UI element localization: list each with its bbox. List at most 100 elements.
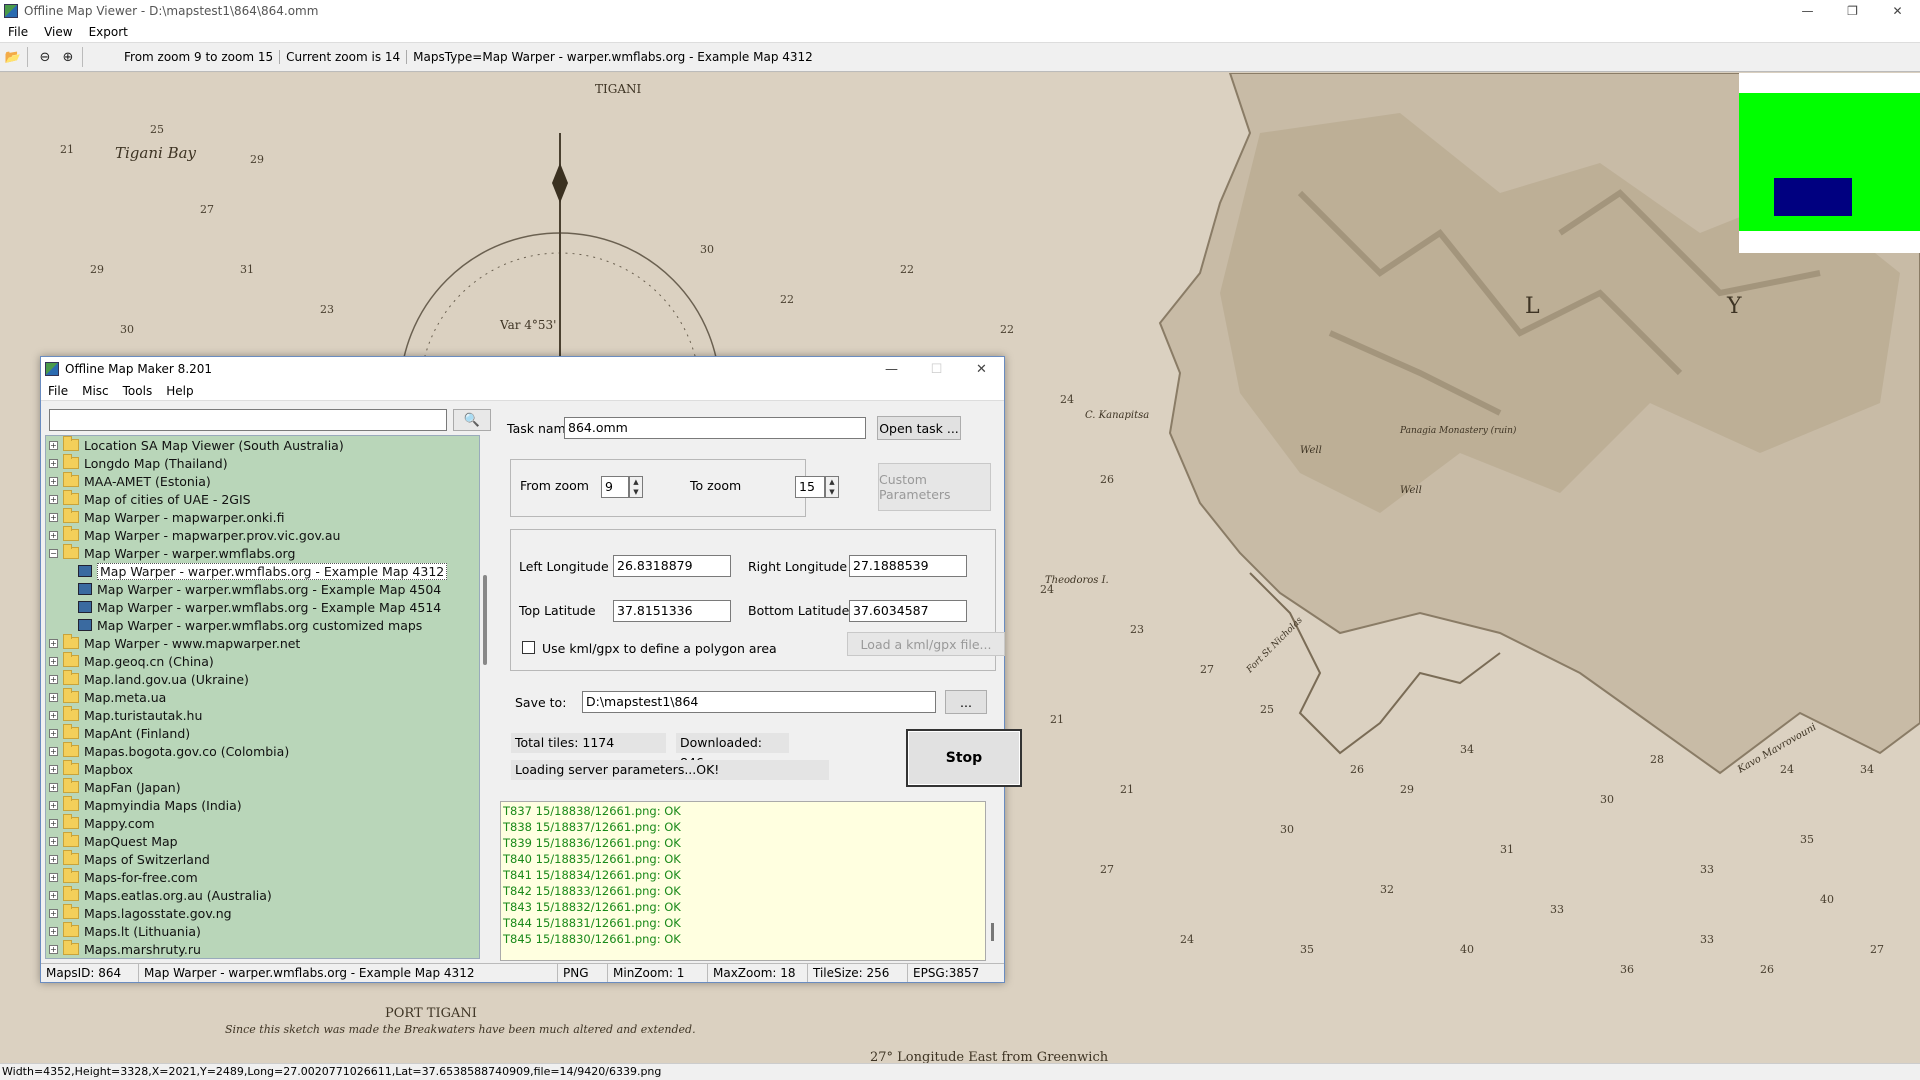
overview-viewport-rect[interactable] bbox=[1774, 178, 1852, 216]
menu-export[interactable]: Export bbox=[81, 25, 136, 39]
save-to-input[interactable]: D:\mapstest1\864 bbox=[582, 691, 936, 713]
tree-folder-item[interactable]: + Map.meta.ua bbox=[46, 688, 479, 706]
maker-minimize-button[interactable]: — bbox=[869, 357, 914, 381]
expand-icon[interactable]: + bbox=[49, 746, 58, 756]
tree-map-item[interactable]: Map Warper - warper.wmflabs.org - Exampl… bbox=[46, 562, 479, 580]
expand-icon[interactable]: + bbox=[49, 530, 58, 540]
tree-folder-item[interactable]: + MapAnt (Finland) bbox=[46, 724, 479, 742]
from-zoom-spinner[interactable]: ▲ ▼ bbox=[629, 476, 643, 498]
expand-icon[interactable]: + bbox=[49, 710, 58, 720]
tree-scrollbar[interactable] bbox=[480, 435, 492, 959]
right-longitude-input[interactable]: 27.1888539 bbox=[849, 555, 967, 577]
tree-folder-item[interactable]: + Longdo Map (Thailand) bbox=[46, 454, 479, 472]
tree-map-item[interactable]: Map Warper - warper.wmflabs.org customiz… bbox=[46, 616, 479, 634]
expand-icon[interactable]: + bbox=[49, 872, 58, 882]
to-zoom-input[interactable]: 15 bbox=[795, 476, 825, 498]
expand-icon[interactable]: + bbox=[49, 656, 58, 666]
spin-up-icon[interactable]: ▲ bbox=[829, 478, 834, 486]
tree-folder-item[interactable]: + Map Warper - mapwarper.onki.fi bbox=[46, 508, 479, 526]
tree-folder-item[interactable]: − Map Warper - warper.wmflabs.org bbox=[46, 544, 479, 562]
tree-folder-item[interactable]: + Map.land.gov.ua (Ukraine) bbox=[46, 670, 479, 688]
tree-folder-item[interactable]: + Map Warper - mapwarper.prov.vic.gov.au bbox=[46, 526, 479, 544]
collapse-icon[interactable]: − bbox=[49, 548, 58, 558]
log-scrollbar[interactable] bbox=[986, 801, 1000, 961]
tree-folder-item[interactable]: + Maps.lagosstate.gov.ng bbox=[46, 904, 479, 922]
browse-button[interactable]: ... bbox=[945, 690, 987, 714]
tree-folder-item[interactable]: + Map.geoq.cn (China) bbox=[46, 652, 479, 670]
tree-folder-item[interactable]: + Maps.marshruty.ru bbox=[46, 940, 479, 958]
to-zoom-spinner[interactable]: ▲ ▼ bbox=[825, 476, 839, 498]
expand-icon[interactable]: + bbox=[49, 800, 58, 810]
tree-folder-item[interactable]: + Mapas.bogota.gov.co (Colombia) bbox=[46, 742, 479, 760]
expand-icon[interactable]: + bbox=[49, 836, 58, 846]
expand-icon[interactable]: + bbox=[49, 458, 58, 468]
expand-icon[interactable]: + bbox=[49, 476, 58, 486]
tree-folder-item[interactable]: + Mapbox bbox=[46, 760, 479, 778]
load-kml-button[interactable]: Load a kml/gpx file... bbox=[847, 632, 1005, 656]
menu-view[interactable]: View bbox=[36, 25, 80, 39]
from-zoom-input[interactable]: 9 bbox=[601, 476, 629, 498]
maps-tree[interactable]: + Location SA Map Viewer (South Australia… bbox=[45, 435, 480, 959]
tree-map-item[interactable]: Map Warper - warper.wmflabs.org - Exampl… bbox=[46, 580, 479, 598]
overview-minimap[interactable] bbox=[1739, 73, 1920, 253]
spin-down-icon[interactable]: ▼ bbox=[633, 488, 638, 496]
tree-folder-item[interactable]: + Mapmyindia Maps (India) bbox=[46, 796, 479, 814]
download-log[interactable]: T837 15/18838/12661.png: OK T838 15/18837… bbox=[500, 801, 986, 961]
tree-folder-item[interactable]: + MapQuest Map bbox=[46, 832, 479, 850]
search-button[interactable]: 🔍 bbox=[453, 409, 491, 431]
minimize-button[interactable]: — bbox=[1785, 0, 1830, 22]
maximize-button[interactable]: ❐ bbox=[1830, 0, 1875, 22]
menu-file[interactable]: File bbox=[0, 25, 36, 39]
stop-button[interactable]: Stop bbox=[906, 729, 1022, 787]
maker-close-button[interactable]: ✕ bbox=[959, 357, 1004, 381]
expand-icon[interactable]: + bbox=[49, 494, 58, 504]
expand-icon[interactable]: + bbox=[49, 782, 58, 792]
tree-folder-item[interactable]: + Location SA Map Viewer (South Australia… bbox=[46, 436, 479, 454]
expand-icon[interactable]: + bbox=[49, 512, 58, 522]
zoom-in-icon[interactable]: ⊕ bbox=[58, 47, 78, 67]
expand-icon[interactable]: + bbox=[49, 890, 58, 900]
use-kml-checkbox[interactable] bbox=[522, 641, 535, 654]
expand-icon[interactable]: + bbox=[49, 764, 58, 774]
expand-icon[interactable]: + bbox=[49, 926, 58, 936]
tree-folder-item[interactable]: + Mappy.com bbox=[46, 814, 479, 832]
zoom-out-icon[interactable]: ⊖ bbox=[35, 47, 55, 67]
expand-icon[interactable]: + bbox=[49, 818, 58, 828]
search-input[interactable] bbox=[49, 409, 447, 431]
tree-folder-item[interactable]: + Maps-for-free.com bbox=[46, 868, 479, 886]
tree-map-item[interactable]: Map Warper - warper.wmflabs.org - Exampl… bbox=[46, 598, 479, 616]
open-task-button[interactable]: Open task ... bbox=[877, 416, 961, 440]
expand-icon[interactable]: + bbox=[49, 440, 58, 450]
tree-scroll-thumb[interactable] bbox=[483, 575, 487, 665]
expand-icon[interactable]: + bbox=[49, 728, 58, 738]
custom-parameters-button[interactable]: Custom Parameters bbox=[878, 463, 991, 511]
tree-folder-item[interactable]: + MapFan (Japan) bbox=[46, 778, 479, 796]
expand-icon[interactable]: + bbox=[49, 944, 58, 954]
tree-folder-item[interactable]: + MAA-AMET (Estonia) bbox=[46, 472, 479, 490]
tree-folder-item[interactable]: + Maps.eatlas.org.au (Australia) bbox=[46, 886, 479, 904]
maker-menu-tools[interactable]: Tools bbox=[116, 384, 160, 398]
tree-folder-item[interactable]: + Map.turistautak.hu bbox=[46, 706, 479, 724]
expand-icon[interactable]: + bbox=[49, 854, 58, 864]
spin-up-icon[interactable]: ▲ bbox=[633, 478, 638, 486]
expand-icon[interactable]: + bbox=[49, 692, 58, 702]
spin-down-icon[interactable]: ▼ bbox=[829, 488, 834, 496]
open-folder-icon[interactable]: 📂 bbox=[3, 47, 23, 67]
task-name-input[interactable]: 864.omm bbox=[564, 417, 866, 439]
top-latitude-input[interactable]: 37.8151336 bbox=[613, 600, 731, 622]
tree-folder-item[interactable]: + Map Warper - www.mapwarper.net bbox=[46, 634, 479, 652]
tree-folder-item[interactable]: + Maps.lt (Lithuania) bbox=[46, 922, 479, 940]
expand-icon[interactable]: + bbox=[49, 674, 58, 684]
tree-folder-item[interactable]: + Map of cities of UAE - 2GIS bbox=[46, 490, 479, 508]
close-button[interactable]: ✕ bbox=[1875, 0, 1920, 22]
maker-menu-help[interactable]: Help bbox=[159, 384, 200, 398]
maker-menu-misc[interactable]: Misc bbox=[75, 384, 116, 398]
expand-icon[interactable]: + bbox=[49, 638, 58, 648]
bottom-latitude-input[interactable]: 37.6034587 bbox=[849, 600, 967, 622]
left-longitude-input[interactable]: 26.8318879 bbox=[613, 555, 731, 577]
log-scroll-thumb[interactable] bbox=[991, 923, 994, 941]
tree-folder-item[interactable]: + Maps of Switzerland bbox=[46, 850, 479, 868]
expand-icon[interactable]: + bbox=[49, 908, 58, 918]
maker-menu-file[interactable]: File bbox=[41, 384, 75, 398]
tree-item-label: Maps of Switzerland bbox=[84, 851, 210, 867]
